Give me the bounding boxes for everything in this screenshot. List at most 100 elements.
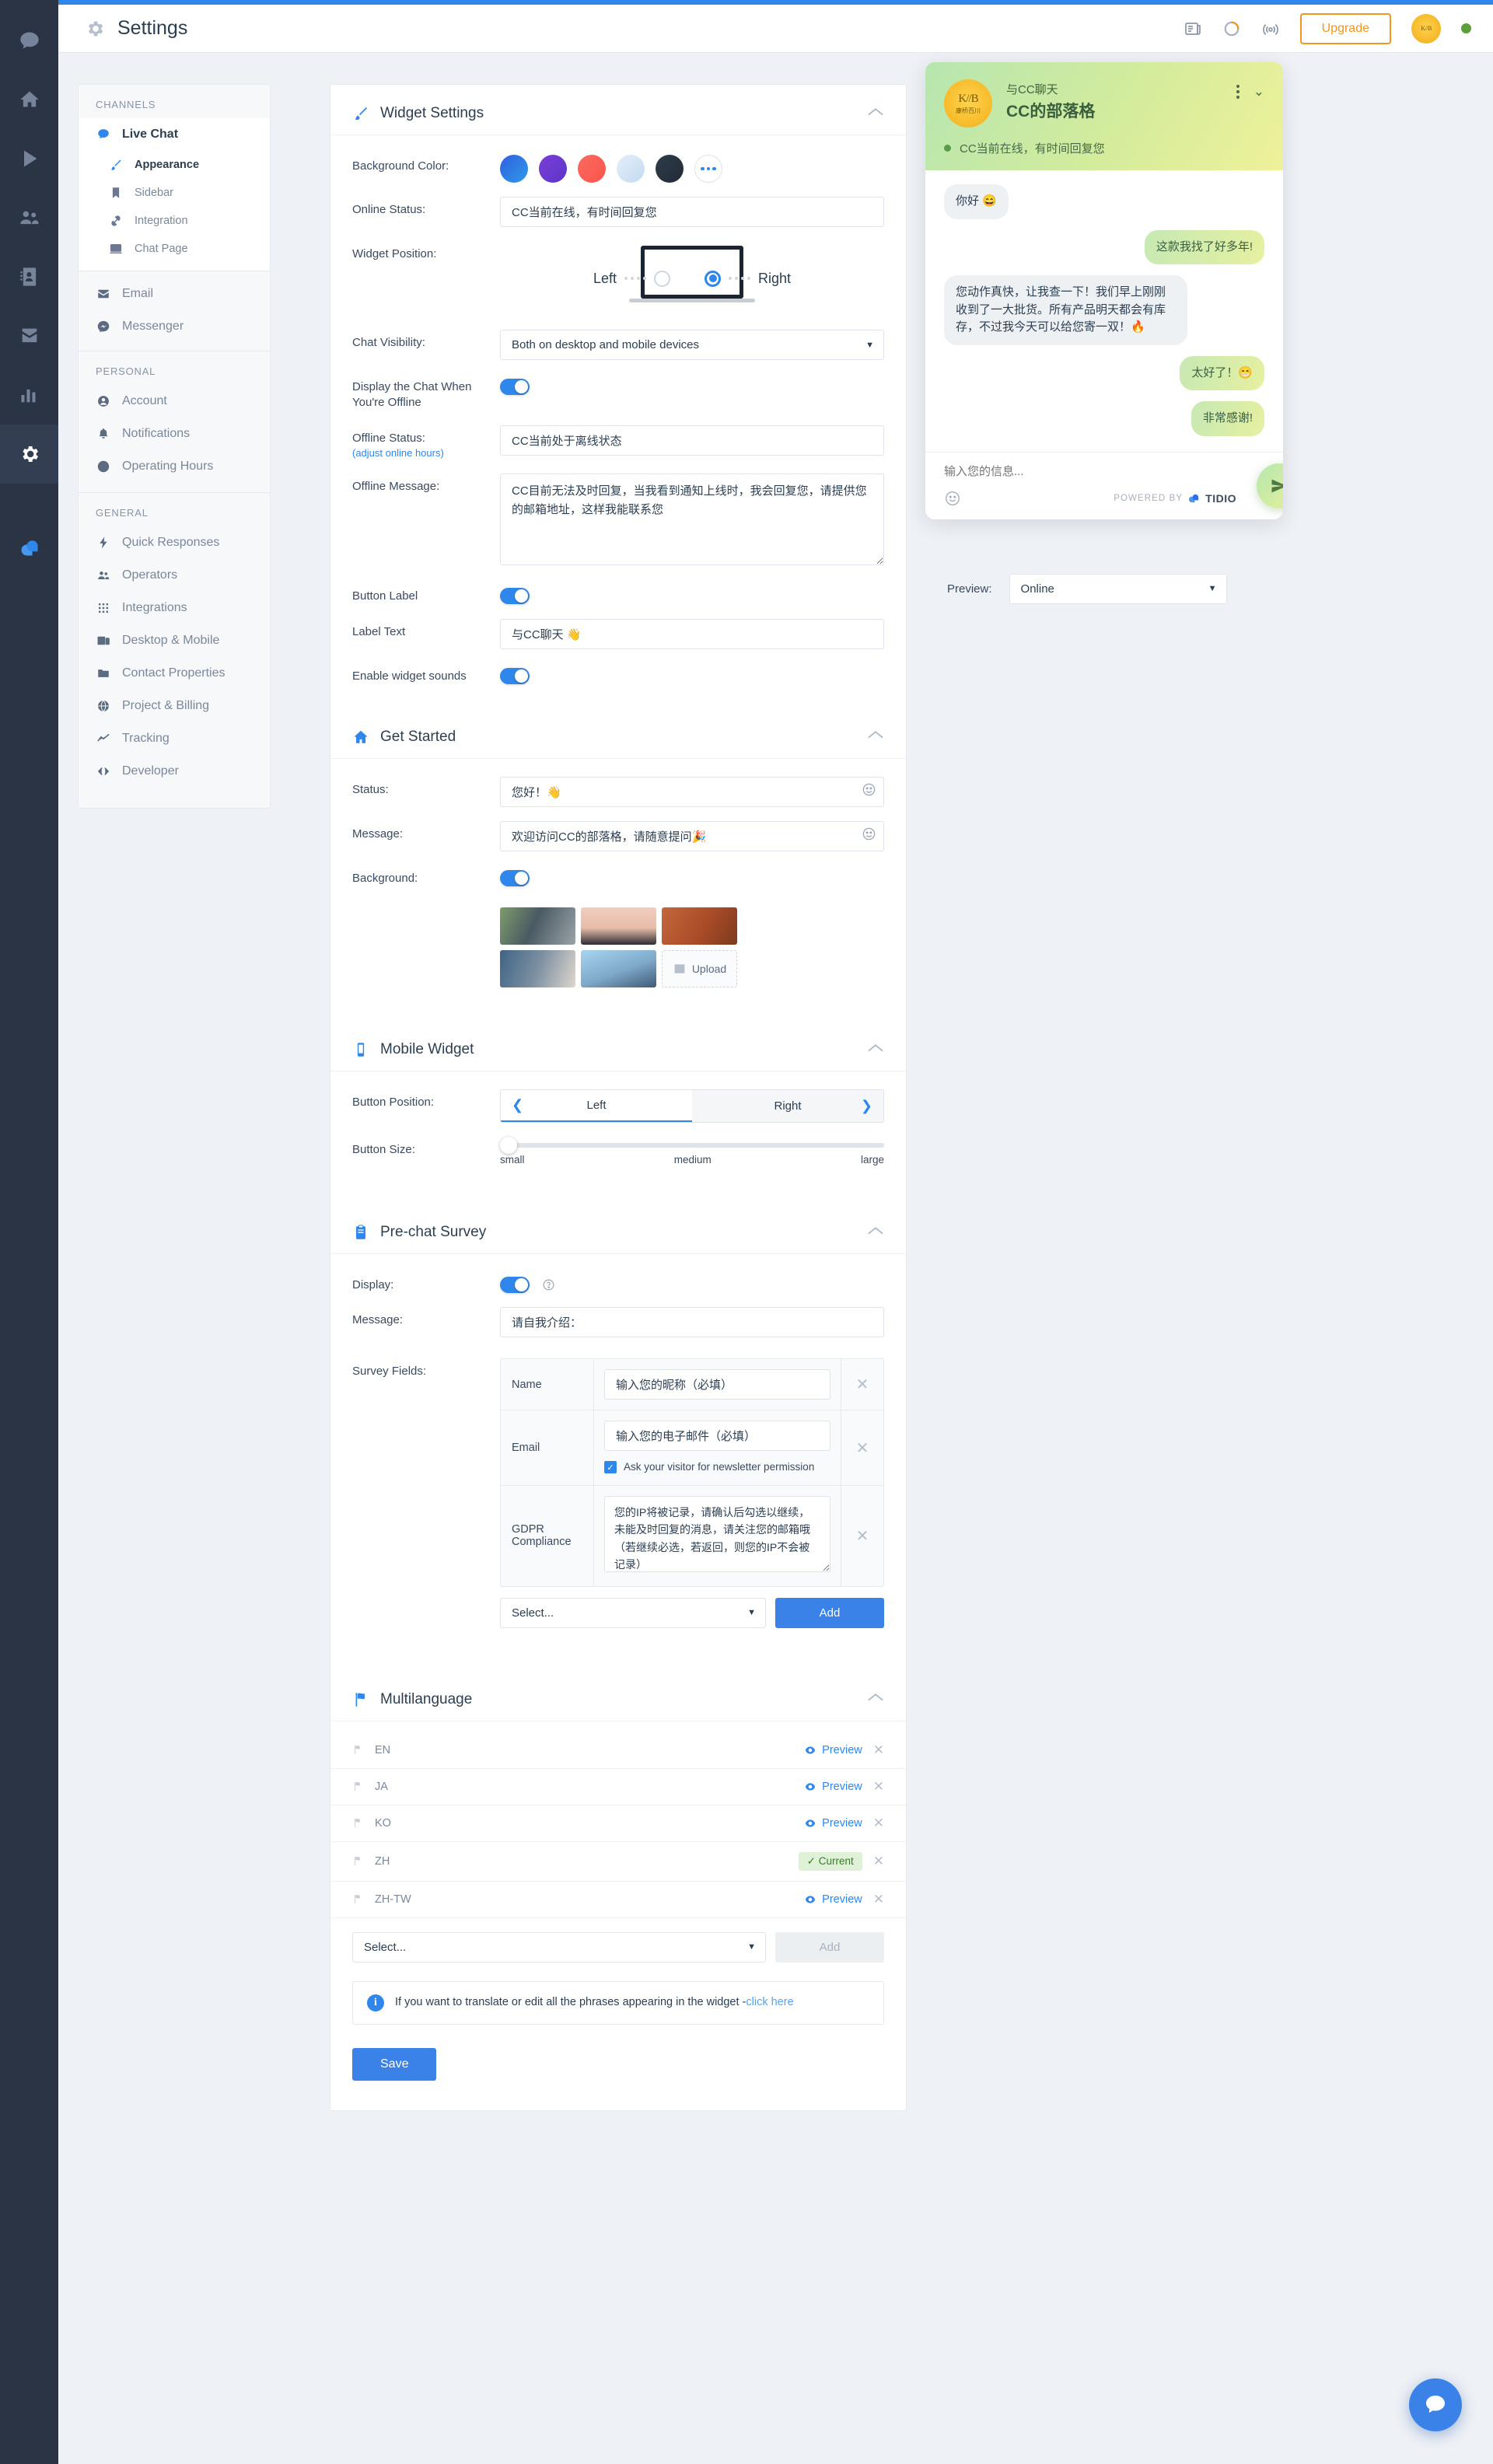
survey-message-input[interactable] — [500, 1307, 884, 1337]
sidebar-item-appearance[interactable]: Appearance — [79, 151, 270, 179]
button-position-right-option[interactable]: Right ❯ — [692, 1090, 883, 1122]
display-offline-toggle[interactable] — [500, 379, 530, 395]
enable-sounds-toggle[interactable] — [500, 668, 530, 684]
news-icon[interactable] — [1184, 19, 1202, 38]
button-size-slider[interactable]: small medium large — [500, 1137, 884, 1166]
newsletter-checkbox[interactable]: ✓ — [604, 1461, 617, 1473]
chat-visibility-select[interactable]: Both on desktop and mobile devices — [500, 330, 884, 360]
offline-message-textarea[interactable]: CC目前无法及时回复，当我看到通知上线时，我会回复您，请提供您的邮箱地址，这样我… — [500, 474, 884, 565]
help-icon[interactable] — [542, 1278, 555, 1291]
sidebar-item-notifications[interactable]: Notifications — [79, 418, 270, 450]
sidebar-item-project-billing[interactable]: Project & Billing — [79, 690, 270, 722]
save-button[interactable]: Save — [352, 2048, 436, 2081]
bg-thumb-skateboarder[interactable] — [581, 950, 656, 987]
bg-thumb-laptop-hands[interactable] — [500, 907, 575, 945]
upload-background-button[interactable]: Upload — [662, 950, 737, 987]
survey-display-toggle[interactable] — [500, 1277, 530, 1293]
swatch-blue[interactable] — [500, 155, 528, 183]
online-status-input[interactable] — [500, 197, 884, 227]
analytics-icon[interactable] — [0, 365, 58, 425]
sidebar-item-email[interactable]: Email — [79, 278, 270, 310]
sidebar-item-tracking[interactable]: Tracking — [79, 722, 270, 755]
emoji-picker-icon[interactable] — [862, 782, 876, 801]
sidebar-item-integration[interactable]: Integration — [79, 207, 270, 235]
remove-field-button[interactable]: ✕ — [841, 1410, 883, 1485]
language-select[interactable]: Select... — [352, 1932, 766, 1962]
background-toggle[interactable] — [500, 870, 530, 886]
contacts-icon[interactable] — [0, 247, 58, 306]
label-text-input[interactable] — [500, 619, 884, 649]
remove-language-button[interactable]: ✕ — [873, 1854, 884, 1869]
survey-field-select[interactable]: Select... — [500, 1598, 766, 1628]
sidebar-item-operating-hours[interactable]: Operating Hours — [79, 450, 270, 483]
bg-thumb-person-sunset[interactable] — [581, 907, 656, 945]
play-icon[interactable] — [0, 129, 58, 188]
sidebar-item-quick-responses[interactable]: Quick Responses — [79, 526, 270, 559]
sidebar-item-contact-properties[interactable]: Contact Properties — [79, 657, 270, 690]
preview-language-button[interactable]: Preview — [804, 1893, 862, 1906]
swatch-red[interactable] — [578, 155, 606, 183]
sidebar-item-chat-page[interactable]: Chat Page — [79, 235, 270, 263]
preview-mode-select[interactable]: Online — [1009, 574, 1227, 604]
position-left-radio[interactable] — [654, 271, 670, 287]
preview-language-button[interactable]: Preview — [804, 1817, 862, 1830]
remove-language-button[interactable]: ✕ — [873, 1779, 884, 1795]
sidebar-item-developer[interactable]: Developer — [79, 755, 270, 788]
swatch-dark[interactable] — [656, 155, 684, 183]
remove-language-button[interactable]: ✕ — [873, 1816, 884, 1831]
sidebar-item-live-chat[interactable]: Live Chat — [79, 118, 270, 151]
mail-icon[interactable] — [0, 306, 58, 365]
bg-thumb-woman-phone[interactable] — [500, 950, 575, 987]
chat-icon[interactable] — [0, 11, 58, 70]
survey-add-button[interactable]: Add — [775, 1598, 884, 1628]
offline-status-input[interactable] — [500, 425, 884, 456]
emoji-picker-icon[interactable] — [862, 827, 876, 845]
more-colors-button[interactable] — [694, 155, 722, 183]
sidebar-item-messenger[interactable]: Messenger — [79, 310, 270, 343]
get-started-message-input[interactable] — [500, 821, 884, 851]
broadcast-icon[interactable] — [1261, 19, 1280, 38]
sidebar-item-integrations[interactable]: Integrations — [79, 592, 270, 624]
loading-ring-icon[interactable] — [1222, 19, 1241, 38]
emoji-picker-icon[interactable] — [944, 490, 961, 507]
button-label-toggle[interactable] — [500, 588, 530, 604]
sidebar-item-operators[interactable]: Operators — [79, 559, 270, 592]
remove-language-button[interactable]: ✕ — [873, 1892, 884, 1907]
swatch-light-blue[interactable] — [617, 155, 645, 183]
survey-name-input[interactable] — [604, 1369, 830, 1400]
adjust-online-hours-link[interactable]: (adjust online hours) — [352, 446, 500, 460]
preview-label: Preview — [822, 1744, 862, 1756]
floating-chat-button[interactable] — [1409, 2378, 1462, 2431]
language-add-button[interactable]: Add — [775, 1932, 884, 1962]
button-position-left-option[interactable]: ❮ Left — [501, 1090, 692, 1122]
get-started-status-input[interactable] — [500, 777, 884, 807]
chevron-up-icon[interactable] — [867, 729, 884, 744]
home-icon[interactable] — [0, 70, 58, 129]
settings-icon[interactable] — [0, 425, 58, 484]
preview-language-button[interactable]: Preview — [804, 1744, 862, 1756]
more-options-icon[interactable] — [1236, 85, 1240, 99]
swatch-purple[interactable] — [539, 155, 567, 183]
chevron-down-icon[interactable]: ⌄ — [1253, 84, 1264, 100]
upgrade-button[interactable]: Upgrade — [1300, 13, 1391, 44]
remove-field-button[interactable]: ✕ — [841, 1486, 883, 1586]
sidebar-item-sidebar[interactable]: Sidebar — [79, 179, 270, 207]
remove-field-button[interactable]: ✕ — [841, 1359, 883, 1410]
sidebar-item-desktop-mobile[interactable]: Desktop & Mobile — [79, 624, 270, 657]
chat-message-input[interactable] — [944, 465, 1264, 478]
survey-email-input[interactable] — [604, 1421, 830, 1451]
chevron-up-icon[interactable] — [867, 1043, 884, 1057]
position-right-radio[interactable] — [705, 271, 721, 287]
chevron-up-icon[interactable] — [867, 1225, 884, 1240]
survey-gdpr-textarea[interactable]: 您的IP将被记录，请确认后勾选以继续，未能及时回复的消息，请关注您的邮箱哦（若继… — [604, 1496, 830, 1572]
chevron-up-icon[interactable] — [867, 1692, 884, 1707]
chevron-up-icon[interactable] — [867, 107, 884, 121]
avatar[interactable]: K//B — [1411, 14, 1441, 44]
remove-language-button[interactable]: ✕ — [873, 1742, 884, 1758]
people-icon[interactable] — [0, 188, 58, 247]
preview-language-button[interactable]: Preview — [804, 1781, 862, 1793]
click-here-link[interactable]: click here — [746, 1996, 793, 2008]
sidebar-item-account[interactable]: Account — [79, 385, 270, 418]
slider-knob[interactable] — [500, 1137, 517, 1154]
bg-thumb-desert-road[interactable] — [662, 907, 737, 945]
